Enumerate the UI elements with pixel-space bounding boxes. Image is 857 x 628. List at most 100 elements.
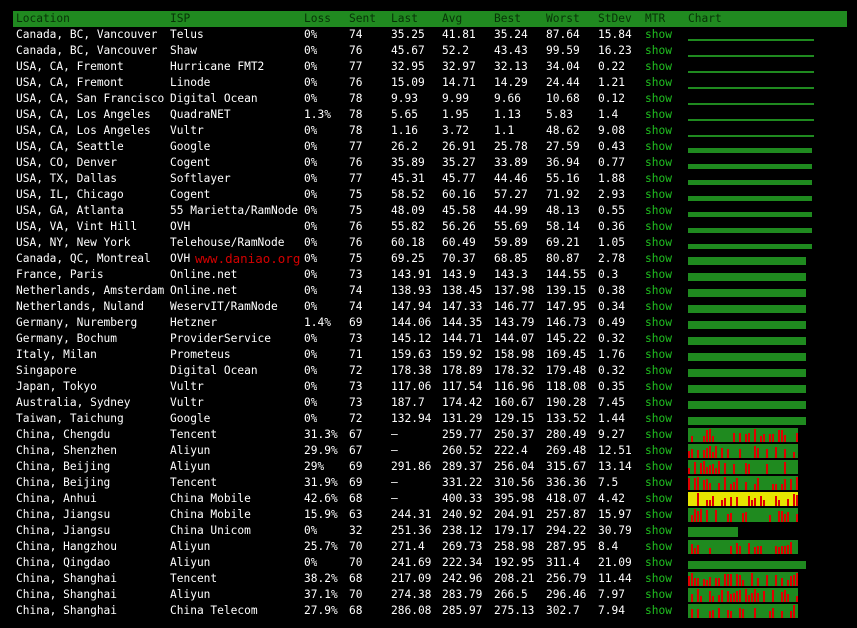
- loss-marker: [718, 608, 720, 618]
- mtr-show-link[interactable]: show: [645, 459, 672, 475]
- mtr-show-link[interactable]: show: [645, 59, 672, 75]
- cell-best: 143.79: [494, 316, 535, 329]
- cell-location: USA, CA, Los Angeles: [16, 124, 151, 137]
- latency-sparkline: [688, 476, 816, 490]
- loss-marker: [718, 595, 720, 602]
- mtr-show-link[interactable]: show: [645, 251, 672, 267]
- mtr-show-link[interactable]: show: [645, 427, 672, 443]
- mtr-show-link[interactable]: show: [645, 587, 672, 603]
- mtr-show-link[interactable]: show: [645, 235, 672, 251]
- loss-marker: [736, 591, 738, 602]
- loss-marker: [757, 478, 759, 490]
- mtr-show-link[interactable]: show: [645, 283, 672, 299]
- mtr-show-link[interactable]: show: [645, 91, 672, 107]
- cell-stdev: 21.09: [598, 556, 632, 569]
- mtr-show-link[interactable]: show: [645, 507, 672, 523]
- cell-stdev: 0.34: [598, 300, 625, 313]
- cell-loss: 29%: [304, 460, 325, 473]
- mtr-show-link[interactable]: show: [645, 443, 672, 459]
- cell-sent: 67: [349, 428, 363, 441]
- mtr-show-link[interactable]: show: [645, 267, 672, 283]
- latency-sparkline: [688, 188, 816, 202]
- header-last[interactable]: Last: [391, 11, 418, 27]
- mtr-show-link[interactable]: show: [645, 75, 672, 91]
- cell-worst: 55.16: [546, 172, 580, 185]
- mtr-show-link[interactable]: show: [645, 603, 672, 619]
- mtr-show-link[interactable]: show: [645, 523, 672, 539]
- cell-sent: 73: [349, 380, 363, 393]
- mtr-show-link[interactable]: show: [645, 219, 672, 235]
- cell-location: China, Hangzhou: [16, 540, 118, 553]
- loss-marker: [715, 578, 717, 586]
- mtr-show-link[interactable]: show: [645, 363, 672, 379]
- loss-marker: [688, 576, 690, 586]
- cell-isp: Hurricane FMT2: [170, 60, 265, 73]
- loss-marker: [700, 596, 702, 602]
- cell-isp: Tencent: [170, 428, 218, 441]
- cell-worst: 5.83: [546, 108, 573, 121]
- cell-isp: Aliyun: [170, 540, 211, 553]
- table-row: Singapore Digital Ocean 0% 72 178.38 178.89 17…: [13, 363, 847, 379]
- cell-loss: 27.9%: [304, 604, 338, 617]
- loss-marker: [739, 608, 741, 618]
- mtr-show-link[interactable]: show: [645, 379, 672, 395]
- cell-location: USA, CO, Denver: [16, 156, 118, 169]
- header-stdev[interactable]: StDev: [598, 11, 632, 27]
- loss-marker: [709, 611, 711, 618]
- loss-marker: [796, 596, 798, 602]
- table-row: USA, GA, Atlanta 55 Marietta/RamNode 0% 75 4…: [13, 203, 847, 219]
- latency-sparkline: [688, 556, 816, 570]
- header-best[interactable]: Best: [494, 11, 521, 27]
- mtr-show-link[interactable]: show: [645, 539, 672, 555]
- mtr-show-link[interactable]: show: [645, 187, 672, 203]
- cell-last: 58.52: [391, 188, 425, 201]
- header-location[interactable]: Location: [16, 11, 70, 27]
- header-worst[interactable]: Worst: [546, 11, 580, 27]
- header-avg[interactable]: Avg: [442, 11, 462, 27]
- cell-avg: 260.52: [442, 444, 483, 457]
- cell-last: –: [391, 476, 398, 489]
- mtr-show-link[interactable]: show: [645, 203, 672, 219]
- cell-stdev: 0.55: [598, 204, 625, 217]
- cell-stdev: 1.21: [598, 76, 625, 89]
- mtr-show-link[interactable]: show: [645, 395, 672, 411]
- mtr-show-link[interactable]: show: [645, 139, 672, 155]
- header-sent[interactable]: Sent: [349, 11, 376, 27]
- mtr-show-link[interactable]: show: [645, 411, 672, 427]
- cell-last: –: [391, 444, 398, 457]
- sparkline-bar: [688, 55, 814, 57]
- loss-marker: [712, 496, 714, 506]
- loss-marker: [784, 590, 786, 602]
- mtr-show-link[interactable]: show: [645, 347, 672, 363]
- cell-best: 116.96: [494, 380, 535, 393]
- mtr-show-link[interactable]: show: [645, 315, 672, 331]
- cell-loss: 31.9%: [304, 476, 338, 489]
- mtr-show-link[interactable]: show: [645, 555, 672, 571]
- cell-last: 9.93: [391, 92, 418, 105]
- cell-avg: 56.26: [442, 220, 476, 233]
- cell-location: Japan, Tokyo: [16, 380, 97, 393]
- header-isp[interactable]: ISP: [170, 11, 190, 27]
- loss-marker: [760, 436, 762, 442]
- cell-worst: 146.73: [546, 316, 587, 329]
- loss-marker: [727, 574, 729, 586]
- mtr-show-link[interactable]: show: [645, 123, 672, 139]
- mtr-show-link[interactable]: show: [645, 475, 672, 491]
- loss-marker: [748, 543, 750, 554]
- mtr-show-link[interactable]: show: [645, 331, 672, 347]
- latency-sparkline: [688, 252, 816, 266]
- mtr-show-link[interactable]: show: [645, 43, 672, 59]
- mtr-show-link[interactable]: show: [645, 27, 672, 43]
- cell-best: 144.07: [494, 332, 535, 345]
- loss-marker: [745, 463, 747, 474]
- mtr-show-link[interactable]: show: [645, 171, 672, 187]
- cell-isp: Hetzner: [170, 316, 218, 329]
- mtr-show-link[interactable]: show: [645, 107, 672, 123]
- cell-sent: 75: [349, 204, 363, 217]
- mtr-show-link[interactable]: show: [645, 299, 672, 315]
- header-loss[interactable]: Loss: [304, 11, 331, 27]
- mtr-show-link[interactable]: show: [645, 571, 672, 587]
- latency-sparkline: [688, 412, 816, 426]
- mtr-show-link[interactable]: show: [645, 491, 672, 507]
- mtr-show-link[interactable]: show: [645, 155, 672, 171]
